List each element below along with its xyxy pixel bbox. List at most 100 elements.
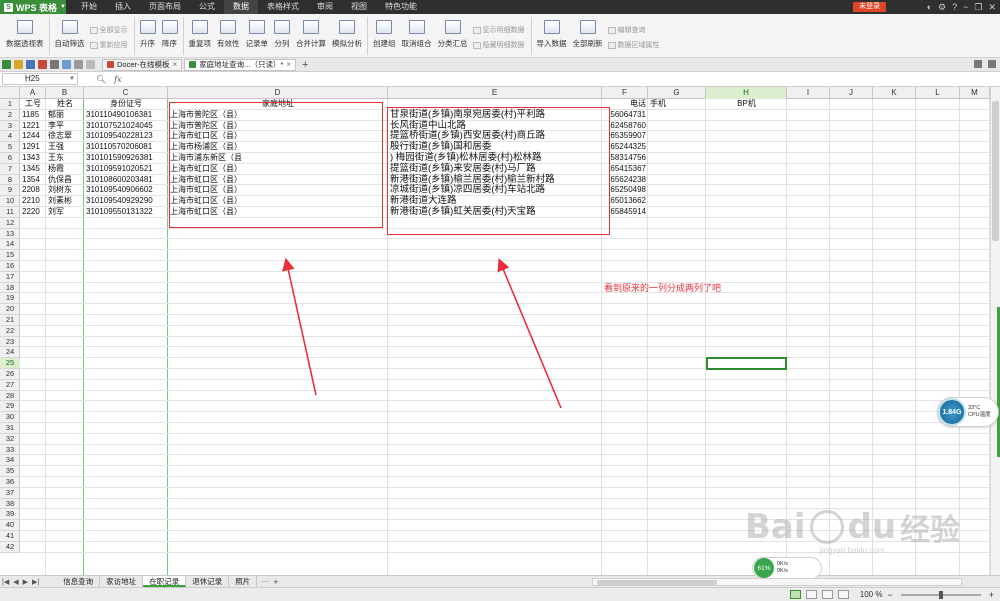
fx-icon[interactable]: fx — [114, 75, 121, 84]
restore-icon[interactable]: ❐ — [974, 1, 982, 13]
menu-7[interactable]: 审阅 — [308, 0, 342, 14]
normal-view-icon[interactable] — [789, 590, 801, 599]
row-header-37[interactable]: 37 — [0, 488, 20, 499]
save-icon[interactable] — [26, 60, 35, 69]
row-header-34[interactable]: 34 — [0, 455, 20, 467]
first-sheet-icon[interactable]: |◀ — [0, 578, 11, 586]
row-header-36[interactable]: 36 — [0, 477, 20, 488]
row-header-13[interactable]: 13 — [0, 229, 20, 240]
cell-area[interactable]: 工号 姓名 身份证号 家庭地址 电话 手机 BP机 1185 郁丽 310110490106381… — [20, 99, 990, 575]
select-all-corner[interactable] — [0, 87, 20, 99]
record-button[interactable]: 记录单 — [243, 14, 272, 56]
close-icon[interactable]: × — [286, 60, 291, 70]
menu-9[interactable]: 特色功能 — [376, 0, 426, 14]
column-header-K[interactable]: K — [873, 87, 916, 99]
show-all-button[interactable]: 全部显示 — [89, 25, 128, 35]
column-header-B[interactable]: B — [46, 87, 84, 99]
row-header-22[interactable]: 22 — [0, 326, 20, 337]
column-header-E[interactable]: E — [388, 87, 602, 99]
new-tab-button[interactable]: + — [299, 59, 311, 71]
reapply-button[interactable]: 重新应用 — [89, 40, 128, 50]
settings-icon[interactable]: ⚙ — [938, 1, 946, 13]
row-header-8[interactable]: 8 — [0, 175, 20, 186]
row-header-24[interactable]: 24 — [0, 347, 20, 359]
duplicate-button[interactable]: 重复项 — [186, 14, 215, 56]
spreadsheet-grid[interactable]: ABCDEFGHIJKLM 1 2 3 4 5 6 7 8 9 10 11 12 13 14 15 16 17 1… — [0, 87, 990, 575]
sheet-tab-4[interactable]: 退休记录 — [186, 576, 230, 587]
group-button[interactable]: 创建组 — [370, 14, 399, 56]
sheet-tab-2[interactable]: 家访地址 — [100, 576, 144, 587]
row-header-27[interactable]: 27 — [0, 380, 20, 391]
horizontal-scrollbar[interactable] — [592, 578, 962, 586]
row-header-20[interactable]: 20 — [0, 304, 20, 315]
range-properties-button[interactable]: 数据区域属性 — [607, 40, 660, 50]
row-header-15[interactable]: 15 — [0, 250, 20, 261]
redo-icon[interactable] — [86, 60, 95, 69]
row-header-33[interactable]: 33 — [0, 445, 20, 456]
menu-4[interactable]: 公式 — [190, 0, 224, 14]
menu-2[interactable]: 插入 — [106, 0, 140, 14]
minimize-icon[interactable]: − — [963, 1, 968, 13]
row-header-1[interactable]: 1 — [0, 99, 20, 110]
what-if-button[interactable]: 模拟分析 — [329, 14, 365, 56]
cpu-monitor-widget[interactable]: 1.84G 33°C CPU温度 — [937, 397, 999, 427]
doc-tab-1[interactable]: Docer-在线模板 × — [102, 58, 183, 71]
row-header-5[interactable]: 5 — [0, 142, 20, 153]
vertical-scrollbar[interactable] — [990, 87, 1000, 575]
row-header-10[interactable]: 10 — [0, 196, 20, 207]
open-folder-icon[interactable] — [14, 60, 23, 69]
print-icon[interactable] — [50, 60, 59, 69]
pivot-table-button[interactable]: 数据透视表 — [3, 14, 47, 56]
row-header-40[interactable]: 40 — [0, 520, 20, 531]
row-header-25[interactable]: 25 — [0, 358, 20, 369]
network-speed-widget[interactable]: 61% 0K/s 0K/s — [752, 557, 822, 579]
row-header-26[interactable]: 26 — [0, 369, 20, 380]
doc-tab-2[interactable]: 家庭地址查询...（只读）* × — [184, 58, 297, 71]
zoom-level[interactable]: 100 % — [860, 590, 883, 599]
split-column-button[interactable]: 分列 — [271, 14, 293, 56]
row-header-4[interactable]: 4 — [0, 131, 20, 143]
app-logo-menu[interactable]: S WPS 表格 ▼ — [0, 0, 66, 14]
close-icon[interactable]: × — [173, 60, 178, 70]
row-header-41[interactable]: 41 — [0, 531, 20, 542]
row-header-7[interactable]: 7 — [0, 164, 20, 175]
column-header-M[interactable]: M — [960, 87, 990, 99]
name-box[interactable]: H25 ▼ — [2, 73, 78, 85]
row-header-38[interactable]: 38 — [0, 499, 20, 510]
row-header-29[interactable]: 29 — [0, 401, 20, 413]
row-header-17[interactable]: 17 — [0, 272, 20, 283]
row-header-42[interactable]: 42 — [0, 542, 20, 553]
sheet-tab-1[interactable]: 信息查询 — [57, 576, 101, 587]
zoom-slider[interactable] — [900, 590, 981, 599]
scroll-thumb[interactable] — [992, 101, 999, 241]
row-header-3[interactable]: 3 — [0, 121, 20, 132]
close-icon[interactable]: ✕ — [988, 1, 996, 13]
zoom-out-button[interactable]: − — [887, 590, 892, 600]
filter-button[interactable]: 自动筛选 — [52, 14, 88, 56]
column-header-C[interactable]: C — [84, 87, 168, 99]
menu-6[interactable]: 表格样式 — [258, 0, 308, 14]
column-header-H[interactable]: H — [706, 87, 787, 99]
row-header-14[interactable]: 14 — [0, 239, 20, 251]
refresh-button[interactable]: 全部刷新 — [570, 14, 606, 56]
pin-icon[interactable] — [974, 60, 982, 68]
zoom-in-button[interactable]: + — [989, 590, 994, 600]
column-header-G[interactable]: G — [648, 87, 706, 99]
column-header-L[interactable]: L — [916, 87, 960, 99]
row-header-28[interactable]: 28 — [0, 391, 20, 402]
row-header-18[interactable]: 18 — [0, 283, 20, 294]
menu-8[interactable]: 视图 — [342, 0, 376, 14]
page-break-view-icon[interactable] — [821, 590, 833, 599]
pdf-export-icon[interactable] — [38, 60, 47, 69]
column-header-J[interactable]: J — [830, 87, 873, 99]
row-header-39[interactable]: 39 — [0, 509, 20, 521]
login-button[interactable]: 未登录 — [853, 2, 886, 12]
row-header-30[interactable]: 30 — [0, 412, 20, 423]
menu-5[interactable]: 数据 — [224, 0, 258, 14]
next-sheet-icon[interactable]: ▶ — [21, 578, 30, 586]
row-header-19[interactable]: 19 — [0, 293, 20, 305]
sort-asc-button[interactable]: 升序 — [137, 14, 159, 56]
new-file-icon[interactable] — [2, 60, 11, 69]
zoom-slider-knob[interactable] — [938, 590, 943, 599]
edit-query-button[interactable]: 编辑查询 — [607, 25, 660, 35]
